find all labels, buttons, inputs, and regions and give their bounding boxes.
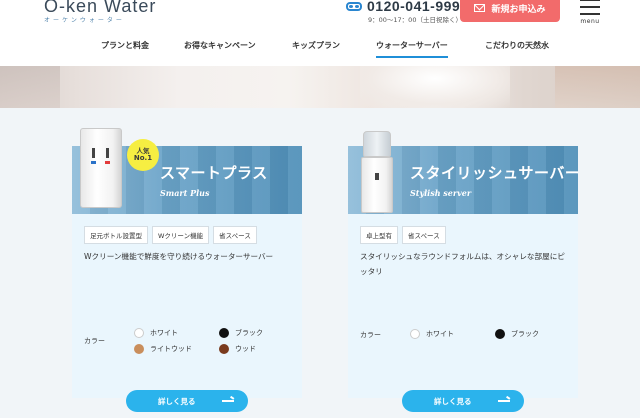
nav-item-plans[interactable]: プランと料金	[101, 40, 149, 51]
color-dot	[410, 329, 420, 339]
hero-image	[0, 66, 640, 108]
feature-tags: 卓上型有 省スペース	[360, 226, 446, 244]
feature-tag: 足元ボトル設置型	[84, 226, 148, 244]
phone-contact[interactable]: 0120-041-999 9：00〜17：00（土日祝除く）	[346, 0, 462, 24]
server-bottle	[363, 131, 391, 157]
feature-tag: Wクリーン機能	[152, 226, 210, 244]
details-button-label: 詳しく見る	[158, 396, 196, 406]
card-description: スタイリッシュなラウンドフォルムは、オシャレな部屋にピッタリ	[360, 252, 565, 276]
color-name: ホワイト	[426, 330, 454, 338]
mail-icon	[474, 4, 486, 12]
nav-item-campaign[interactable]: お得なキャンペーン	[184, 40, 256, 51]
hero-decor	[360, 66, 510, 108]
color-dot	[134, 328, 144, 338]
hero-decor	[555, 66, 640, 108]
color-option-white: ホワイト	[410, 329, 454, 339]
card-subtitle: Stylish server	[410, 188, 472, 198]
tap	[92, 148, 95, 158]
server-body	[361, 157, 393, 213]
cold-tap-indicator	[91, 161, 96, 164]
nav-item-natural-water[interactable]: こだわりの天然水	[485, 40, 549, 51]
main-nav: プランと料金 お得なキャンペーン キッズプラン ウォーターサーバー こだわりの天…	[0, 30, 640, 64]
hamburger-icon	[580, 0, 600, 1]
badge-rank: No.1	[133, 153, 153, 162]
nav-item-water-server[interactable]: ウォーターサーバー	[376, 40, 448, 58]
feature-tag: 卓上型有	[360, 226, 398, 244]
color-dot	[219, 344, 229, 354]
server-body	[80, 128, 122, 208]
card-subtitle: Smart Plus	[160, 188, 210, 198]
new-application-button[interactable]: 新規お申込み	[460, 0, 560, 22]
color-name: ホワイト	[150, 329, 178, 337]
color-option-black: ブラック	[495, 329, 539, 339]
color-dot	[134, 344, 144, 354]
smart-plus-server-image	[80, 128, 122, 208]
color-name: ブラック	[511, 330, 539, 338]
feature-tag: 省スペース	[213, 226, 257, 244]
card-title: スタイリッシュサーバー	[410, 164, 578, 182]
site-header: O-ken Water オーケンウォーター 0120-041-999 9：00〜…	[0, 0, 640, 30]
hamburger-icon-line	[580, 6, 600, 8]
color-label: カラー	[84, 337, 105, 345]
details-button-label: 詳しく見る	[434, 396, 472, 406]
color-dot	[219, 328, 229, 338]
feature-tag: 省スペース	[402, 226, 446, 244]
menu-button[interactable]: menu	[578, 0, 602, 25]
details-button[interactable]: 詳しく見る	[126, 390, 248, 412]
nav-item-kids-plan[interactable]: キッズプラン	[292, 40, 340, 51]
new-application-label: 新規お申込み	[491, 4, 546, 15]
business-hours: 9：00〜17：00（土日祝除く）	[368, 16, 462, 24]
phone-number: 0120-041-999	[367, 0, 461, 14]
card-title: スマートプラス	[160, 164, 268, 182]
color-name: ウッド	[235, 345, 256, 353]
color-name: ライトウッド	[150, 345, 192, 353]
stylish-server-image	[361, 131, 393, 213]
color-option-black: ブラック	[219, 328, 263, 338]
details-button[interactable]: 詳しく見る	[402, 390, 524, 412]
color-option-light-wood: ライトウッド	[134, 344, 192, 354]
color-option-wood: ウッド	[219, 344, 256, 354]
free-dial-icon	[346, 1, 362, 11]
tap	[375, 173, 379, 180]
tap	[106, 148, 109, 158]
color-option-white: ホワイト	[134, 328, 178, 338]
color-label: カラー	[360, 331, 381, 339]
arrow-right-icon	[222, 400, 234, 402]
hot-tap-indicator	[105, 161, 110, 164]
color-name: ブラック	[235, 329, 263, 337]
feature-tags: 足元ボトル設置型 Wクリーン機能 省スペース	[84, 226, 257, 244]
hamburger-icon-line	[580, 13, 600, 15]
color-dot	[495, 329, 505, 339]
hero-decor	[0, 66, 60, 108]
card-description: Wクリーン機能で鮮度を守り続けるウォーターサーバー	[84, 252, 274, 261]
menu-label: menu	[580, 18, 600, 25]
logo[interactable]: O-ken Water オーケンウォーター	[44, 0, 156, 24]
popular-badge: 人気 No.1	[127, 139, 159, 171]
arrow-right-icon	[498, 400, 510, 402]
